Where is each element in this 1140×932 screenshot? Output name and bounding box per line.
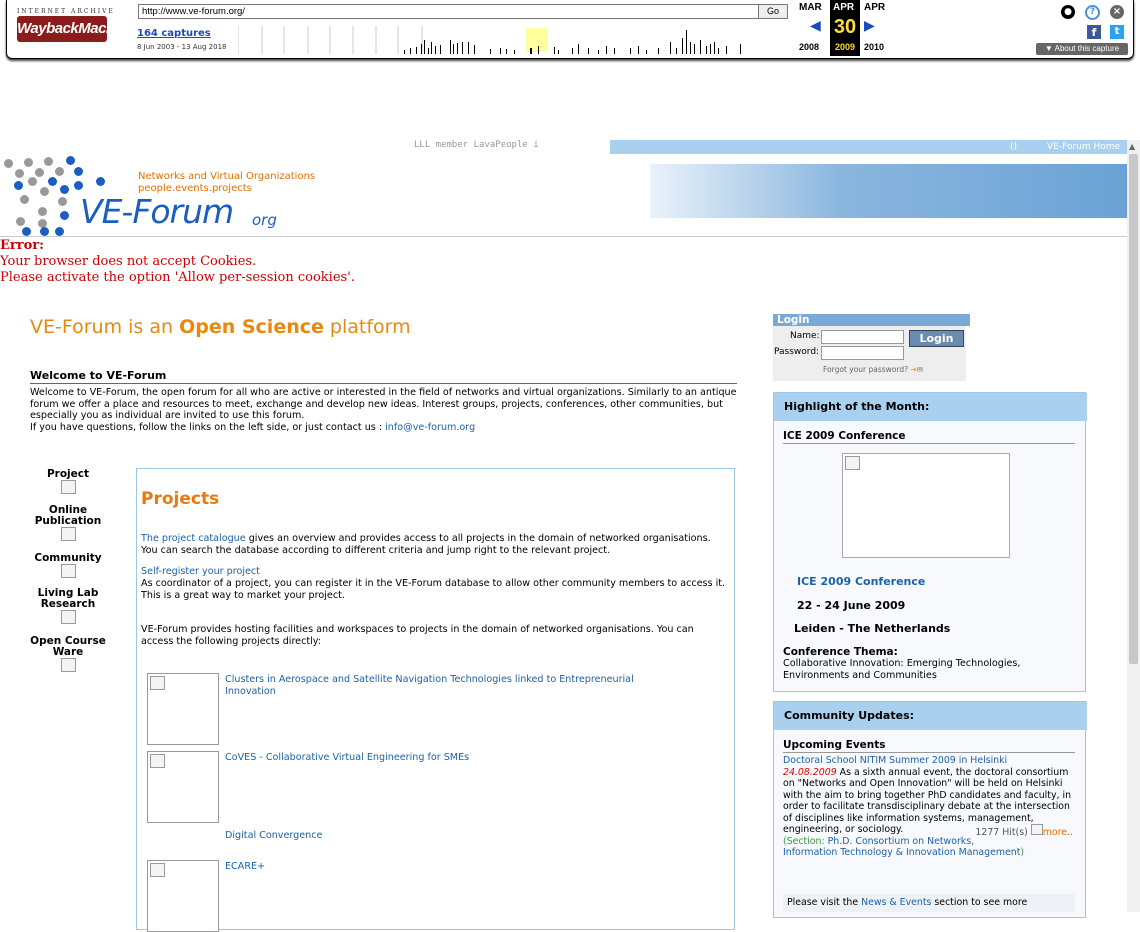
scroll-up-icon[interactable]: ▲ — [1129, 142, 1135, 151]
error-line-1: Your browser does not accept Cookies. — [0, 254, 257, 269]
event-item: Doctoral School NITIM Summer 2009 in Hel… — [783, 755, 1073, 858]
ve-forum-home-link[interactable]: VE-Forum Home — [1047, 140, 1120, 154]
event-hits: 1277 Hit(s) more.. — [975, 824, 1073, 839]
visit-news-text: Please visit the News & Events section t… — [783, 894, 1075, 912]
facebook-icon[interactable]: f — [1087, 25, 1101, 39]
project-link[interactable]: ECARE+ — [225, 861, 265, 873]
current-month: APR — [833, 2, 855, 13]
header-divider — [0, 236, 1127, 237]
project-link[interactable]: CoVES - Collaborative Virtual Engineerin… — [225, 752, 469, 764]
nav-community[interactable]: Community — [28, 553, 108, 581]
broken-image-icon — [60, 564, 76, 578]
name-label: Name: — [790, 331, 820, 341]
conference-thema: Collaborative Innovation: Emerging Techn… — [783, 658, 1021, 681]
welcome-title: Welcome to VE-Forum — [30, 369, 737, 384]
project-thumbnail[interactable] — [147, 860, 219, 932]
banner-link-empty[interactable]: () — [1010, 140, 1017, 154]
conference-place: Leiden - The Netherlands — [794, 622, 951, 635]
logo-tagline-1: Networks and Virtual Organizations — [138, 171, 316, 182]
project-link[interactable]: Clusters in Aerospace and Satellite Navi… — [225, 674, 685, 697]
prev-capture-arrow-icon[interactable]: ◀ — [810, 18, 821, 34]
wayback-go-button[interactable]: Go — [758, 4, 788, 19]
header-banner — [650, 164, 1127, 218]
next-month[interactable]: APR — [864, 2, 885, 13]
wayback-url-input[interactable]: http://www.ve-forum.org/ — [138, 4, 760, 19]
next-year[interactable]: 2010 — [864, 42, 884, 52]
nav-open-course-ware[interactable]: Open Course Ware — [28, 636, 108, 675]
conference-thema-label: Conference Thema: — [783, 646, 898, 658]
news-events-link[interactable]: News & Events — [861, 897, 931, 908]
logo-org-suffix: org — [252, 211, 277, 229]
community-title: Community Updates: — [774, 702, 1087, 730]
more-link[interactable]: more.. — [1043, 827, 1073, 838]
twitter-icon[interactable]: t — [1110, 25, 1124, 39]
nav-living-lab-research[interactable]: Living Lab Research — [28, 588, 108, 627]
welcome-text: Welcome to VE-Forum, the open forum for … — [30, 387, 737, 433]
captures-link[interactable]: 164 captures — [137, 28, 211, 39]
close-icon[interactable]: × — [1110, 5, 1124, 19]
login-button[interactable]: Login — [909, 330, 964, 347]
captures-sparkline[interactable] — [238, 26, 788, 54]
ve-forum-logo[interactable]: VE-Forum — [80, 192, 234, 231]
conference-link[interactable]: ICE 2009 Conference — [797, 575, 925, 588]
next-capture-arrow-icon[interactable]: ▶ — [864, 18, 875, 34]
captures-range: 8 Jun 2003 - 13 Aug 2018 — [137, 43, 227, 51]
event-date: 24.08.2009 — [783, 766, 837, 778]
project-link[interactable]: Digital Convergence — [225, 830, 322, 842]
current-day: 30 — [833, 16, 857, 38]
error-line-2: Please activate the option 'Allow per-se… — [0, 270, 355, 285]
highlight-title: Highlight of the Month: — [774, 393, 1087, 421]
prev-month[interactable]: MAR — [799, 2, 822, 13]
hosting-text: VE-Forum provides hosting facilities and… — [141, 624, 694, 647]
broken-image-icon — [150, 754, 165, 768]
error-title: Error: — [0, 238, 44, 253]
banner-top-bar: () VE-Forum Home — [610, 140, 1127, 154]
nav-project[interactable]: Project — [28, 469, 108, 497]
broken-image-icon — [60, 527, 76, 541]
upcoming-events-title: Upcoming Events — [783, 739, 1075, 753]
login-title: Login — [773, 314, 970, 326]
conference-dates: 22 - 24 June 2009 — [797, 599, 906, 612]
projects-title: Projects — [141, 489, 220, 509]
catalogue-paragraph: The project catalogue gives an overview … — [141, 533, 711, 556]
broken-image-icon — [60, 610, 76, 624]
user-icon[interactable]: ● — [1061, 5, 1075, 19]
broken-image-icon — [60, 658, 76, 672]
project-catalogue-link[interactable]: The project catalogue — [141, 533, 246, 544]
highlight-subtitle: ICE 2009 Conference — [783, 430, 1075, 444]
broken-image-icon — [1030, 824, 1043, 835]
contact-email-link[interactable]: info@ve-forum.org — [385, 422, 475, 433]
broken-image-icon — [60, 480, 76, 494]
password-label: Password: — [774, 347, 820, 357]
scrollbar-thumb[interactable] — [1129, 154, 1138, 664]
mail-icon: ✉ — [916, 365, 924, 374]
name-input[interactable] — [821, 330, 904, 344]
broken-image-icon — [150, 863, 165, 877]
current-year: 2009 — [834, 42, 856, 52]
nav-online-publication[interactable]: Online Publication — [28, 505, 108, 544]
internet-archive-label: INTERNET ARCHIVE — [17, 8, 115, 15]
about-capture-link[interactable]: ▼ About this capture — [1036, 43, 1128, 55]
register-text: As coordinator of a project, you can reg… — [141, 578, 726, 601]
forgot-password-link[interactable]: Forgot your password? ➜✉ — [823, 365, 923, 374]
self-register-link[interactable]: Self-register your project — [141, 566, 260, 578]
conference-image[interactable] — [842, 453, 1010, 558]
help-icon[interactable]: ? — [1085, 5, 1100, 20]
broken-image-icon — [845, 456, 860, 470]
lll-member-text: LLL member LavaPeople i — [414, 140, 539, 150]
password-input[interactable] — [821, 346, 904, 360]
event-link[interactable]: Doctoral School NITIM Summer 2009 in Hel… — [783, 755, 1007, 766]
prev-year[interactable]: 2008 — [799, 42, 819, 52]
wayback-logo[interactable]: WaybackMachine — [17, 16, 135, 42]
project-thumbnail[interactable] — [147, 673, 219, 745]
broken-image-icon — [150, 676, 165, 690]
page-headline: VE-Forum is an Open Science platform — [30, 316, 411, 338]
project-thumbnail[interactable] — [147, 751, 219, 823]
